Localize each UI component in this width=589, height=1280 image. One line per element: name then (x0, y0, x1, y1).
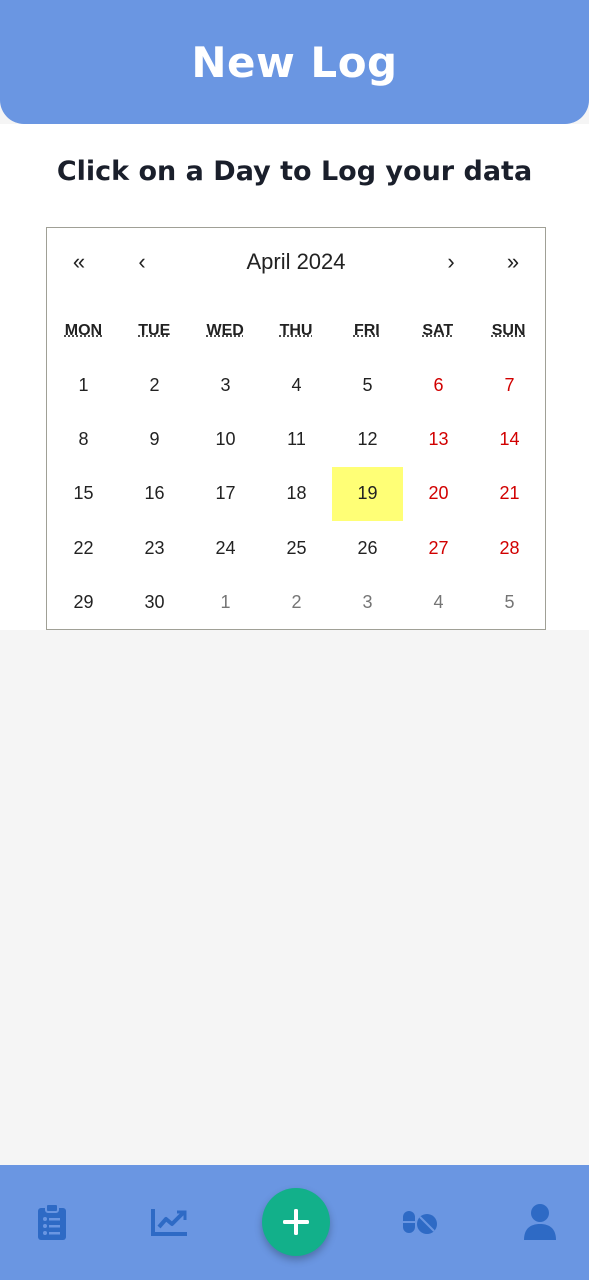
calendar-day[interactable]: 22 (48, 521, 119, 575)
calendar-day[interactable]: 21 (474, 467, 545, 521)
calendar-navigation: « ‹ April 2024 › » (47, 228, 545, 294)
weekday-fri: FRI (353, 322, 380, 339)
calendar-day[interactable]: 7 (474, 358, 545, 412)
calendar-day[interactable]: 4 (403, 576, 474, 630)
weekday-tue: TUE (138, 322, 171, 339)
next-year-button[interactable]: » (483, 242, 543, 282)
calendar-day[interactable]: 25 (261, 521, 332, 575)
weekday-sun: SUN (491, 322, 526, 339)
calendar-day[interactable]: 20 (403, 467, 474, 521)
weekday-header: MON TUE WED THU FRI SAT SUN (47, 322, 545, 352)
calendar-day[interactable]: 16 (119, 467, 190, 521)
calendar-day[interactable]: 29 (48, 576, 119, 630)
day-grid: 1 2 3 4 5 6 7 8 9 10 11 12 13 14 15 16 17 18 19 20 21 22 23 24 2… (48, 358, 545, 630)
calendar-day[interactable]: 3 (190, 358, 261, 412)
header: New Log (0, 0, 589, 124)
calendar-day[interactable]: 6 (403, 358, 474, 412)
calendar-day[interactable]: 30 (119, 576, 190, 630)
calendar: « ‹ April 2024 › » MON TUE WED THU FRI S… (46, 227, 546, 630)
bottom-navigation (0, 1165, 589, 1280)
calendar-day[interactable]: 27 (403, 521, 474, 575)
calendar-day[interactable]: 5 (474, 576, 545, 630)
calendar-day[interactable]: 1 (190, 576, 261, 630)
calendar-day[interactable]: 2 (119, 358, 190, 412)
calendar-day[interactable]: 9 (119, 412, 190, 466)
user-icon[interactable] (518, 1202, 562, 1242)
page-title: New Log (191, 37, 398, 87)
calendar-day[interactable]: 12 (332, 412, 403, 466)
calendar-day[interactable]: 3 (332, 576, 403, 630)
calendar-day[interactable]: 8 (48, 412, 119, 466)
weekday-sat: SAT (422, 322, 454, 339)
calendar-day[interactable]: 23 (119, 521, 190, 575)
add-log-button[interactable] (262, 1188, 330, 1256)
prev-year-button[interactable]: « (49, 242, 109, 282)
calendar-day[interactable]: 11 (261, 412, 332, 466)
prev-month-button[interactable]: ‹ (112, 242, 172, 282)
pills-icon[interactable] (398, 1202, 442, 1242)
calendar-day[interactable]: 17 (190, 467, 261, 521)
chart-line-icon[interactable] (148, 1202, 192, 1242)
instruction-text: Click on a Day to Log your data (56, 156, 533, 187)
calendar-day[interactable]: 2 (261, 576, 332, 630)
calendar-day[interactable]: 13 (403, 412, 474, 466)
calendar-day[interactable]: 4 (261, 358, 332, 412)
calendar-day[interactable]: 5 (332, 358, 403, 412)
weekday-mon: MON (64, 322, 103, 339)
weekday-thu: THU (279, 322, 313, 339)
calendar-day[interactable]: 15 (48, 467, 119, 521)
calendar-day[interactable]: 24 (190, 521, 261, 575)
clipboard-list-icon[interactable] (30, 1202, 74, 1242)
calendar-day-selected[interactable]: 19 (332, 466, 403, 522)
calendar-day[interactable]: 14 (474, 412, 545, 466)
next-month-button[interactable]: › (421, 242, 481, 282)
calendar-day[interactable]: 26 (332, 521, 403, 575)
calendar-day[interactable]: 1 (48, 358, 119, 412)
plus-icon (283, 1209, 309, 1235)
calendar-day[interactable]: 18 (261, 467, 332, 521)
calendar-day[interactable]: 10 (190, 412, 261, 466)
weekday-wed: WED (206, 322, 244, 339)
month-label[interactable]: April 2024 (177, 242, 415, 282)
calendar-day[interactable]: 28 (474, 521, 545, 575)
